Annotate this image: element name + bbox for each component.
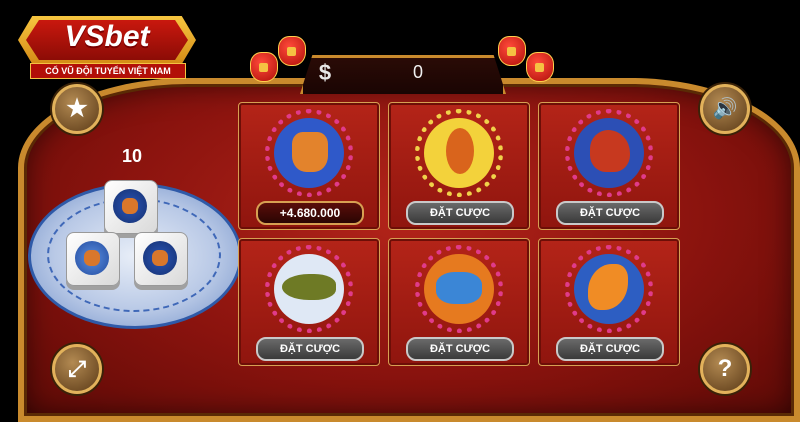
vsbet-logo: VSbet CỔ VŨ ĐỘI TUYỂN VIỆT NAM (18, 10, 196, 80)
bet-cell-rooster[interactable]: ĐẶT CƯỢC (538, 102, 680, 230)
favorite-button[interactable]: ★ (52, 84, 102, 134)
win-amount: +4.680.000 (256, 201, 364, 225)
crab-icon (415, 245, 503, 333)
dice-count: 10 (121, 146, 143, 166)
statistics-button[interactable]: ⤢ (52, 344, 102, 394)
chart-icon: ⤢ (68, 356, 86, 381)
money-bag-icon (250, 52, 278, 82)
deer-icon (265, 109, 353, 197)
question-icon: ? (717, 355, 733, 382)
gourd-icon (415, 109, 503, 197)
balance-value: 0 (412, 62, 423, 82)
place-bet-button[interactable]: ĐẶT CƯỢC (256, 337, 364, 361)
place-bet-button[interactable]: ĐẶT CƯỢC (406, 337, 514, 361)
die-deer (104, 180, 158, 234)
place-bet-button[interactable]: ĐẶT CƯỢC (406, 201, 514, 225)
dollar-icon: $ (318, 60, 332, 85)
die-deer (134, 232, 188, 286)
money-bag-icon (498, 36, 526, 66)
place-bet-button[interactable]: ĐẶT CƯỢC (556, 337, 664, 361)
bet-cell-gourd[interactable]: ĐẶT CƯỢC (388, 102, 530, 230)
logo-brand: VSbet (64, 20, 150, 53)
sound-button[interactable]: 🔊 (700, 84, 750, 134)
place-bet-button[interactable]: ĐẶT CƯỢC (556, 201, 664, 225)
die-crab (66, 232, 120, 286)
help-button[interactable]: ? (700, 344, 750, 394)
shrimp-icon (565, 245, 653, 333)
star-icon: ★ (66, 95, 88, 122)
money-bag-icon (526, 52, 554, 82)
fish-icon (265, 245, 353, 333)
money-bag-icon (278, 36, 306, 66)
bet-cell-shrimp[interactable]: ĐẶT CƯỢC (538, 238, 680, 366)
rooster-icon (565, 109, 653, 197)
bet-cell-fish[interactable]: ĐẶT CƯỢC (238, 238, 380, 366)
bet-cell-deer[interactable]: +4.680.000 (238, 102, 380, 230)
bet-cell-crab[interactable]: ĐẶT CƯỢC (388, 238, 530, 366)
speaker-icon: 🔊 (712, 98, 738, 120)
logo-slogan: CỔ VŨ ĐỘI TUYỂN VIỆT NAM (30, 63, 186, 79)
